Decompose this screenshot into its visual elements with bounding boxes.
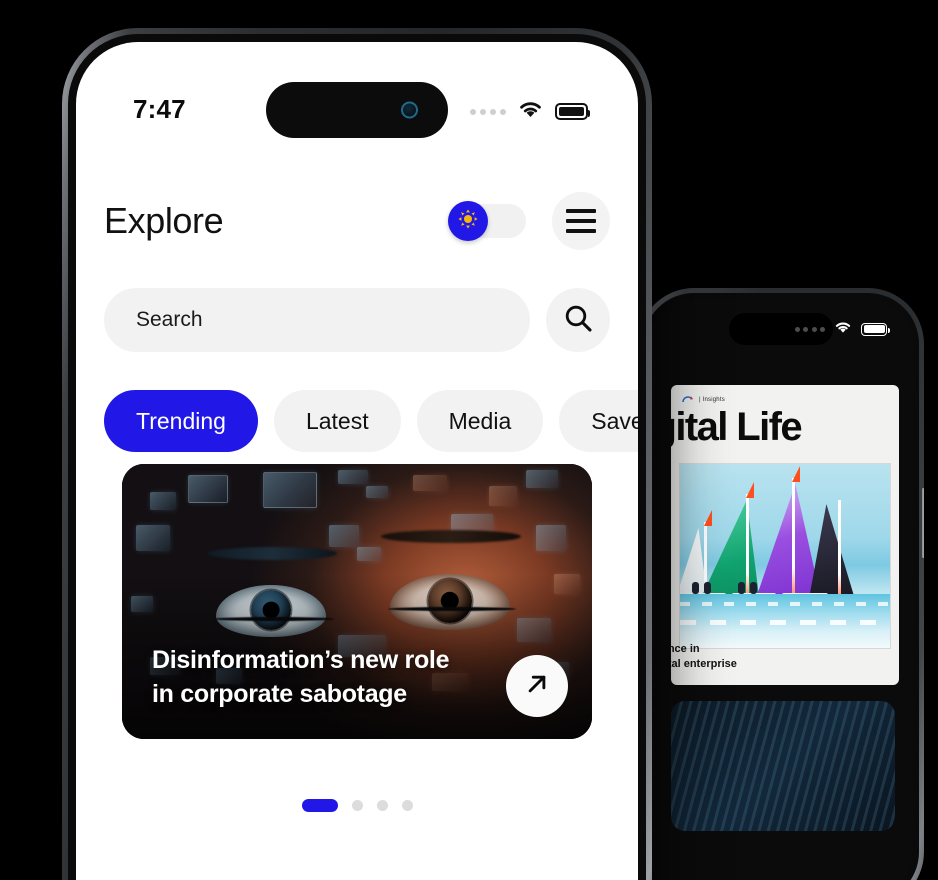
phone-back-status-bar	[794, 319, 890, 339]
magazine-cover-card[interactable]: | Insights igital Life	[671, 385, 899, 685]
category-tabs: Trending Latest Media Saved	[76, 390, 638, 452]
sun-icon	[457, 208, 479, 235]
tab-media[interactable]: Media	[416, 390, 544, 452]
app-header: Explore	[76, 192, 638, 250]
magazine-subtitle: nance in igital enterprise	[671, 643, 737, 670]
search-button[interactable]	[546, 288, 610, 352]
phone-front-screen: 7:47 Explore Search Trending Latest Medi…	[76, 42, 638, 880]
carousel-pagination	[76, 799, 638, 812]
hero-open-button[interactable]	[506, 655, 568, 717]
magazine-photo-sailboats	[679, 463, 891, 649]
pagination-dot-1[interactable]	[301, 799, 338, 812]
phone-back-screen: | Insights igital Life	[649, 299, 913, 880]
theme-toggle[interactable]	[448, 201, 526, 241]
search-field[interactable]	[104, 288, 530, 352]
phone-back-bezel: | Insights igital Life	[643, 293, 919, 880]
phone-back-power-button[interactable]	[922, 488, 924, 558]
search-input[interactable]	[136, 308, 498, 332]
wifi-icon	[833, 319, 853, 339]
pagination-dot-4[interactable]	[401, 800, 413, 811]
theme-toggle-knob[interactable]	[448, 201, 488, 241]
magazine-brand: | Insights	[671, 385, 899, 405]
hero-title: Disinformation’s new role in corporate s…	[152, 646, 450, 708]
battery-icon	[861, 322, 890, 336]
tab-latest[interactable]: Latest	[273, 390, 401, 452]
phone-front-device: 7:47 Explore Search Trending Latest Medi…	[62, 28, 652, 880]
phone-front-bezel: 7:47 Explore Search Trending Latest Medi…	[68, 34, 646, 880]
phone-back-content: | Insights igital Life	[649, 385, 913, 880]
battery-icon	[555, 103, 590, 120]
camera-icon	[401, 101, 418, 119]
arrow-up-right-icon	[522, 669, 552, 704]
page-title: Explore	[104, 200, 224, 241]
wifi-icon	[517, 99, 544, 124]
brand-logo-icon	[681, 394, 695, 405]
phone-back-device: | Insights igital Life	[638, 288, 924, 880]
search-row	[76, 288, 638, 352]
pagination-dot-3[interactable]	[376, 800, 388, 811]
magazine-title: igital Life	[671, 405, 803, 449]
mockup-stage: | Insights igital Life	[0, 0, 938, 880]
status-bar-clock: 7:47	[133, 94, 186, 124]
tab-trending[interactable]: Trending	[104, 390, 258, 452]
search-icon	[562, 302, 594, 339]
signal-dots-icon	[794, 326, 825, 332]
tab-saved[interactable]: Saved	[559, 390, 638, 452]
pagination-dot-2[interactable]	[351, 800, 363, 811]
dynamic-island	[266, 82, 448, 138]
magazine-card-secondary[interactable]	[671, 701, 895, 831]
magazine-brand-text: | Insights	[699, 396, 725, 403]
hero-card[interactable]: Disinformation’s new role in corporate s…	[122, 464, 592, 739]
status-bar-indicators	[470, 99, 590, 124]
menu-icon[interactable]	[552, 192, 610, 250]
signal-dots-icon	[470, 108, 506, 115]
